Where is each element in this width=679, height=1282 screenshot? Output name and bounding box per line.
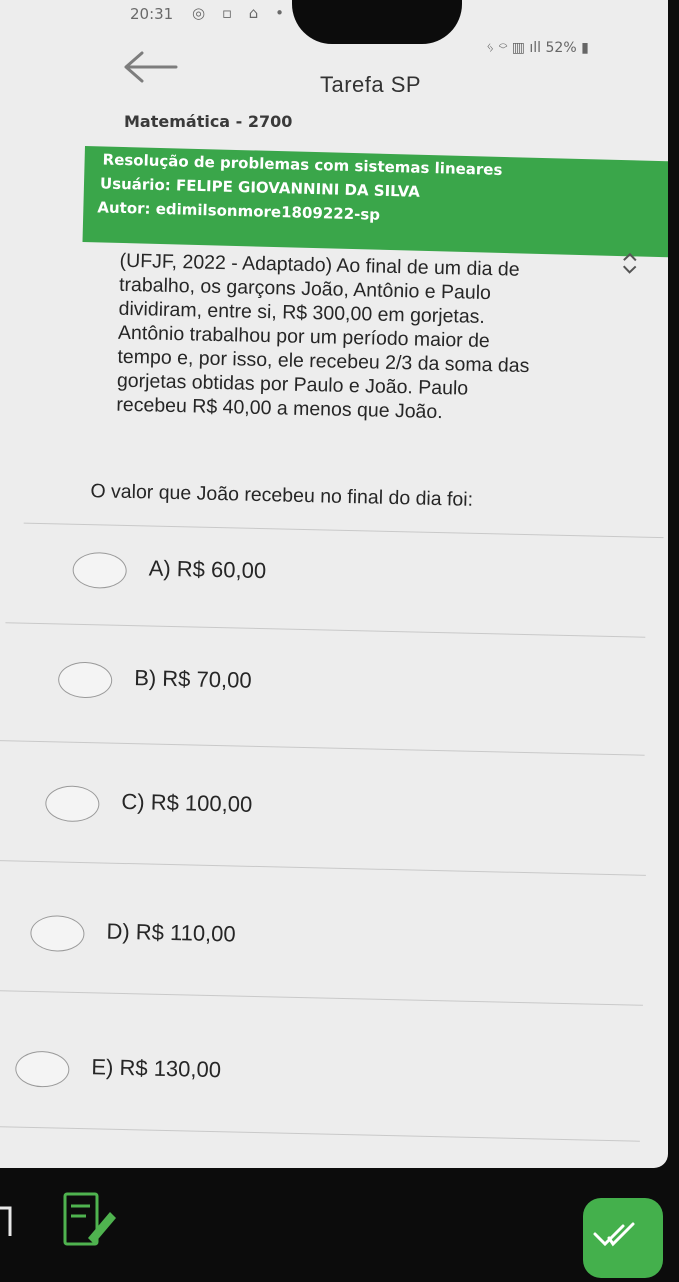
corner-bracket-icon: [0, 1206, 12, 1240]
radio-button[interactable]: [30, 914, 85, 953]
option-label: A) R$ 60,00: [148, 555, 267, 584]
question-prompt: O valor que João recebeu no final do dia…: [90, 480, 474, 511]
divider: [0, 1125, 640, 1142]
radio-button[interactable]: [72, 551, 128, 589]
phone-screen: 20:31 ◎ ▫ ⌂ • ᛃ ⌔ ▥ ıll 52% ▮ Tarefa SP …: [0, 0, 668, 1168]
option-label: E) R$ 130,00: [91, 1054, 222, 1083]
arrow-left-icon[interactable]: [120, 50, 180, 84]
subject-label: Matemática - 2700: [124, 112, 293, 131]
divider: [23, 522, 664, 539]
radio-button[interactable]: [44, 785, 100, 823]
divider: [0, 989, 643, 1006]
option-c[interactable]: C) R$ 100,00: [44, 777, 605, 860]
task-author: Autor: edimilsonmore1809222-sp: [97, 198, 381, 224]
radio-button[interactable]: [57, 661, 113, 699]
notification-icons: ◎ ▫ ⌂ •: [192, 4, 290, 22]
task-header: Resolução de problemas com sistemas line…: [82, 146, 668, 258]
option-b[interactable]: B) R$ 70,00: [57, 653, 618, 736]
question-area: (UFJF, 2022 - Adaptado) Ao final de um d…: [0, 246, 668, 1168]
task-title: Resolução de problemas com sistemas line…: [102, 150, 503, 179]
submit-check-button[interactable]: [583, 1198, 663, 1278]
divider: [0, 859, 646, 876]
option-d[interactable]: D) R$ 110,00: [29, 907, 590, 990]
option-a[interactable]: A) R$ 60,00: [72, 544, 633, 627]
divider: [0, 740, 645, 756]
app-title: Tarefa SP: [320, 72, 422, 97]
option-label: D) R$ 110,00: [106, 918, 236, 947]
radio-button[interactable]: [14, 1050, 70, 1088]
option-label: C) R$ 100,00: [121, 788, 253, 817]
question-text: (UFJF, 2022 - Adaptado) Ao final de um d…: [116, 249, 640, 429]
task-user: Usuário: FELIPE GIOVANNINI DA SILVA: [99, 174, 421, 201]
option-e[interactable]: E) R$ 130,00: [14, 1043, 575, 1126]
edit-document-icon[interactable]: [62, 1192, 122, 1248]
app-header: Tarefa SP: [0, 44, 668, 104]
option-label: B) R$ 70,00: [133, 665, 252, 693]
check-icon: [593, 1222, 635, 1247]
status-time: 20:31: [130, 5, 174, 23]
camera-notch: [292, 0, 462, 44]
